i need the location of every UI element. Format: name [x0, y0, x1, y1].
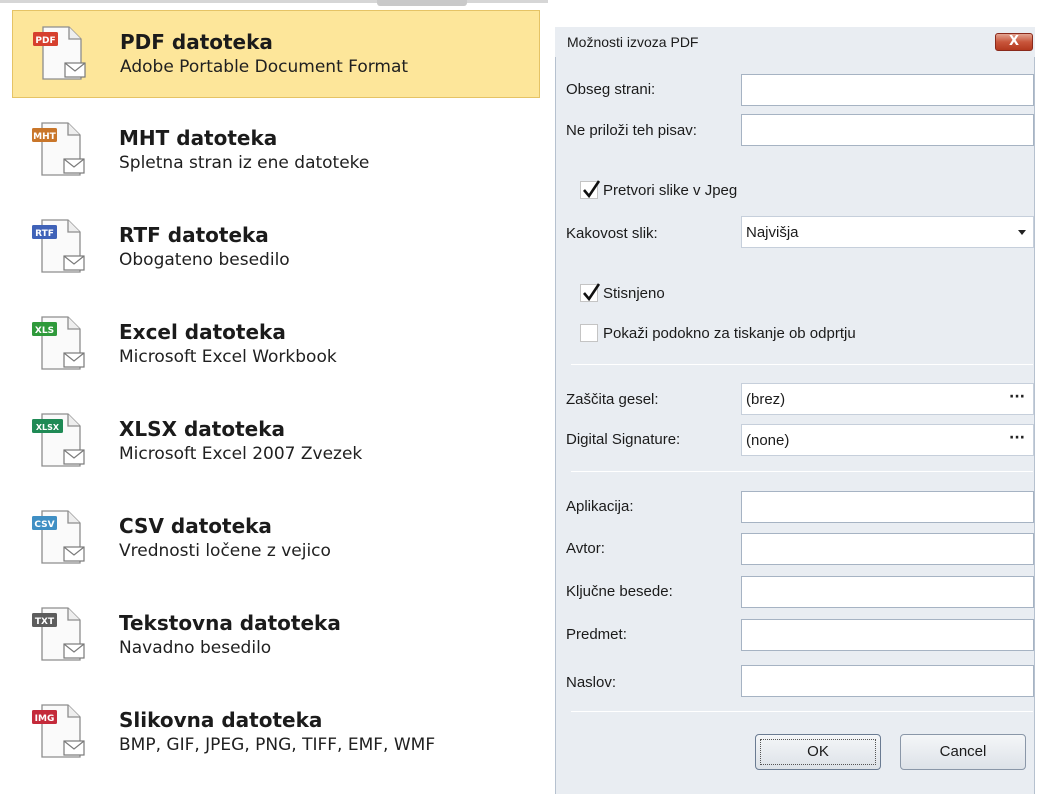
digital-signature-label: Digital Signature: — [566, 431, 681, 448]
ok-button[interactable]: OK — [755, 734, 881, 770]
file-envelope-icon: MHT — [32, 122, 85, 176]
file-envelope-icon: TXT — [32, 607, 85, 661]
image-quality-value: Najvišja — [746, 224, 799, 241]
close-button[interactable]: X — [995, 33, 1033, 51]
title-input[interactable] — [741, 665, 1034, 697]
keywords-input[interactable] — [741, 576, 1034, 608]
dialog-titlebar[interactable]: Možnosti izvoza PDF X — [555, 27, 1035, 57]
page-range-label: Obseg strani: — [566, 81, 656, 98]
format-description: Spletna stran iz ene datoteke — [119, 153, 370, 173]
format-title: Slikovna datoteka — [119, 708, 323, 732]
separator — [571, 364, 1033, 365]
format-badge-label: PDF — [35, 36, 55, 46]
format-item-mht[interactable]: MHT MHT datoteka Spletna stran iz ene dato… — [12, 107, 540, 195]
application-label: Aplikacija: — [566, 498, 634, 515]
file-envelope-icon: PDF — [33, 26, 86, 80]
format-badge-label: CSV — [34, 520, 54, 530]
menu-tab-remnant — [377, 0, 467, 6]
menu-top-edge — [0, 0, 548, 10]
page-range-input[interactable] — [741, 74, 1034, 106]
ellipsis-button[interactable]: ··· — [1009, 389, 1025, 405]
format-item-xlsx[interactable]: XLSX XLSX datoteka Microsoft Excel 2007 Zv… — [12, 398, 540, 486]
compressed-checkbox[interactable] — [580, 283, 601, 302]
separator — [571, 711, 1033, 712]
cancel-button[interactable]: Cancel — [900, 734, 1026, 770]
image-quality-label: Kakovost slik: — [566, 225, 658, 242]
format-description: Adobe Portable Document Format — [120, 57, 409, 77]
keywords-label: Ključne besede: — [566, 583, 673, 600]
format-item-csv[interactable]: CSV CSV datoteka Vrednosti ločene z vejico — [12, 495, 540, 583]
checkmark-icon — [583, 180, 601, 199]
chevron-down-icon[interactable] — [1018, 230, 1026, 235]
convert-jpeg-checkbox[interactable] — [580, 180, 601, 199]
format-badge-label: RTF — [35, 229, 54, 239]
format-title: Excel datoteka — [119, 320, 286, 344]
exclude-fonts-input[interactable] — [741, 114, 1034, 146]
dialog-title: Možnosti izvoza PDF — [567, 34, 699, 50]
format-badge-label: IMG — [35, 714, 55, 724]
export-format-list: PDF PDF datoteka Adobe Portable Document F… — [0, 0, 548, 794]
format-item-rtf[interactable]: RTF RTF datoteka Obogateno besedilo — [12, 204, 540, 292]
format-title: XLSX datoteka — [119, 417, 285, 441]
format-badge-label: MHT — [33, 132, 56, 142]
format-item-xls[interactable]: XLS Excel datoteka Microsoft Excel Workboo… — [12, 301, 540, 389]
convert-jpeg-label[interactable]: Pretvori slike v Jpeg — [603, 182, 737, 199]
ellipsis-button[interactable]: ··· — [1009, 430, 1025, 446]
format-title: RTF datoteka — [119, 223, 269, 247]
show-print-pane-label[interactable]: Pokaži podokno za tiskanje ob odprtju — [603, 325, 856, 342]
checkmark-icon — [583, 283, 601, 302]
file-envelope-icon: XLSX — [32, 413, 85, 467]
file-envelope-icon: RTF — [32, 219, 85, 273]
exclude-fonts-label: Ne priloži teh pisav: — [566, 122, 697, 139]
password-protection-field[interactable]: (brez) ··· — [741, 383, 1034, 415]
format-title: CSV datoteka — [119, 514, 272, 538]
format-description: Navadno besedilo — [119, 638, 272, 658]
file-envelope-icon: CSV — [32, 510, 85, 564]
digital-signature-field[interactable]: (none) ··· — [741, 424, 1034, 456]
format-badge-label: XLS — [35, 326, 54, 336]
separator — [571, 471, 1033, 472]
application-input[interactable] — [741, 491, 1034, 523]
format-item-img[interactable]: IMG Slikovna datoteka BMP, GIF, JPEG, PNG,… — [12, 689, 540, 777]
digital-signature-value: (none) — [746, 432, 790, 449]
password-protection-value: (brez) — [746, 391, 786, 408]
pdf-export-options-dialog: Možnosti izvoza PDF X Obseg strani: Ne p… — [549, 0, 1042, 794]
file-envelope-icon: XLS — [32, 316, 85, 370]
format-title: MHT datoteka — [119, 126, 278, 150]
format-description: BMP, GIF, JPEG, PNG, TIFF, EMF, WMF — [119, 735, 436, 755]
subject-input[interactable] — [741, 619, 1034, 651]
close-icon: X — [1008, 34, 1020, 49]
compressed-label[interactable]: Stisnjeno — [603, 285, 665, 302]
format-description: Vrednosti ločene z vejico — [119, 541, 331, 561]
format-description: Obogateno besedilo — [119, 250, 290, 270]
format-description: Microsoft Excel Workbook — [119, 347, 337, 367]
image-quality-select[interactable]: Najvišja — [741, 216, 1034, 248]
focus-ring — [760, 739, 876, 765]
format-item-txt[interactable]: TXT Tekstovna datoteka Navadno besedilo — [12, 592, 540, 680]
format-title: Tekstovna datoteka — [119, 611, 341, 635]
subject-label: Predmet: — [566, 626, 627, 643]
author-label: Avtor: — [566, 540, 605, 557]
format-item-pdf[interactable]: PDF PDF datoteka Adobe Portable Document F… — [12, 10, 540, 98]
format-description: Microsoft Excel 2007 Zvezek — [119, 444, 363, 464]
password-protection-label: Zaščita gesel: — [566, 391, 659, 408]
format-badge-label: TXT — [35, 617, 55, 627]
cancel-button-label: Cancel — [939, 743, 987, 760]
title-label: Naslov: — [566, 674, 617, 691]
format-title: PDF datoteka — [120, 30, 273, 54]
show-print-pane-checkbox[interactable] — [580, 324, 598, 342]
format-badge-label: XLSX — [36, 423, 60, 432]
file-envelope-icon: IMG — [32, 704, 85, 758]
author-input[interactable] — [741, 533, 1034, 565]
